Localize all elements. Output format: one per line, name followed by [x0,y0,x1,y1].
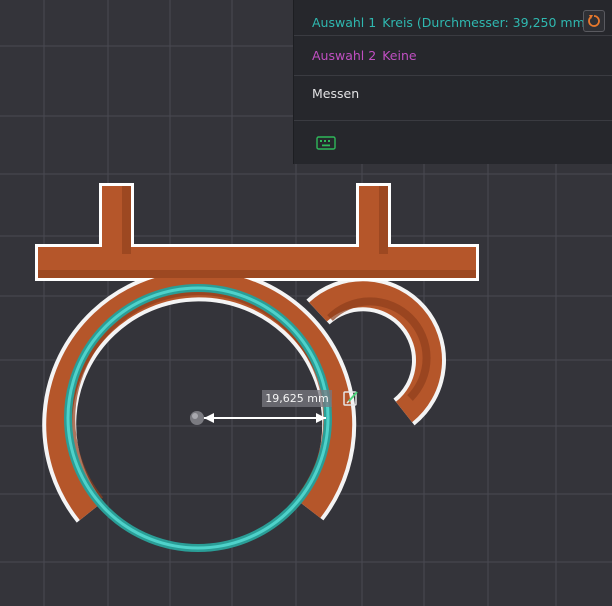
selection-1-row[interactable]: Auswahl 1 Kreis (Durchmesser: 39,250 mm) [294,10,612,34]
measure-label: Messen [312,86,360,101]
keyboard-icon[interactable] [316,135,336,154]
dimension-label: 19,625 mm [262,390,332,407]
reset-button[interactable] [583,10,605,32]
selection-2-label: Auswahl 2 [312,48,377,63]
selection-2-row[interactable]: Auswahl 2 Keine [294,45,612,65]
radius-dimension [190,411,326,425]
selection-2-value: Keine [382,48,417,63]
selection-1-label: Auswahl 1 [312,15,377,30]
selection-1-value: Kreis (Durchmesser: 39,250 mm) [382,15,590,30]
measure-row[interactable]: Messen [294,84,612,104]
reset-arrow-icon [588,15,600,27]
measure-panel: Auswahl 1 Kreis (Durchmesser: 39,250 mm) … [293,0,612,164]
edit-note-icon[interactable] [342,389,360,411]
model-part[interactable] [35,183,479,523]
